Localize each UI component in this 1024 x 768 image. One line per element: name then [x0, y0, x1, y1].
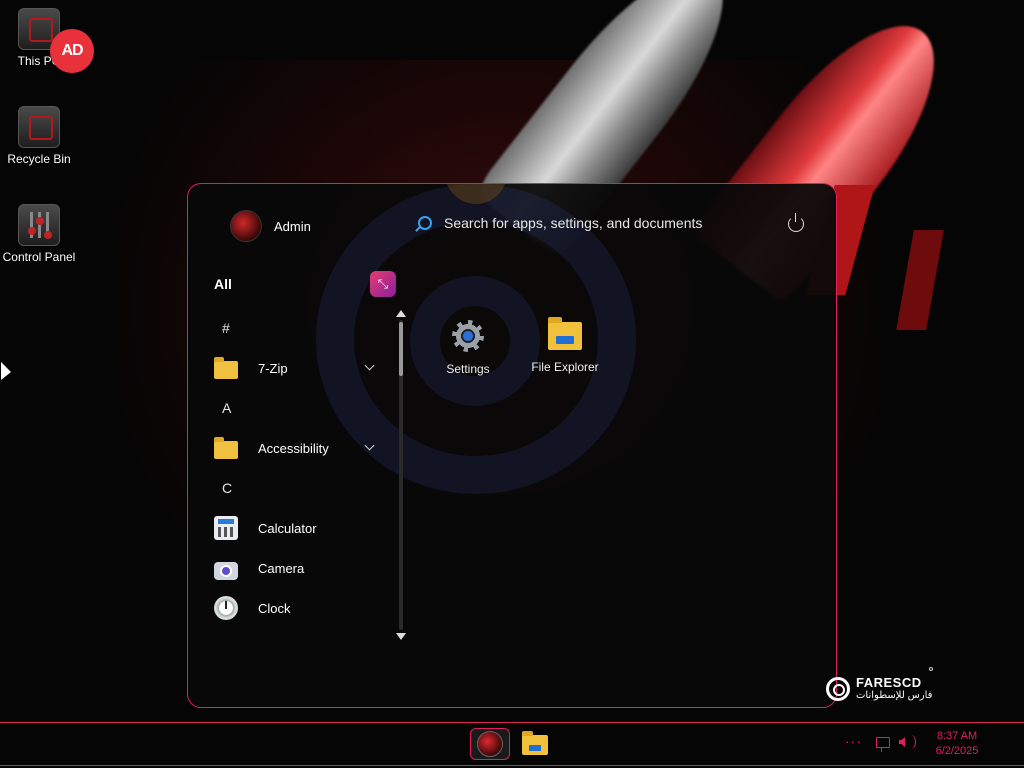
- calculator-icon: [214, 516, 238, 540]
- clock-time: 8:37 AM: [936, 730, 978, 742]
- brand-dot: [929, 667, 933, 671]
- start-button[interactable]: [470, 728, 510, 760]
- scroll-up-arrow-icon[interactable]: [396, 310, 406, 317]
- search-icon: [418, 216, 432, 230]
- clock-date: 6/2/2025: [935, 745, 979, 757]
- power-icon[interactable]: [788, 213, 804, 232]
- more-icon[interactable]: ···: [845, 733, 862, 749]
- pinned-app-label: File Explorer: [531, 360, 599, 374]
- app-list: # 7-Zip A Accessibility C Calculator Cam…: [214, 308, 384, 628]
- volume-waves-icon: [906, 735, 916, 749]
- network-icon[interactable]: [876, 737, 890, 752]
- list-item-clock[interactable]: Clock: [214, 588, 384, 628]
- collapse-arrows-icon: ⤡: [377, 276, 389, 291]
- desktop-icon-control-panel[interactable]: Control Panel: [0, 204, 78, 264]
- ad-badge[interactable]: AD: [50, 29, 94, 73]
- folder-icon: [214, 357, 238, 379]
- control-panel-icon: [18, 204, 60, 246]
- user-profile-button[interactable]: Admin: [230, 210, 311, 242]
- list-letter-header[interactable]: C: [214, 468, 384, 508]
- list-item-label: Camera: [258, 560, 305, 576]
- chevron-down-icon[interactable]: [364, 360, 375, 371]
- recycle-bin-icon: [18, 106, 60, 148]
- pinned-app-settings[interactable]: Settings: [425, 320, 511, 376]
- app-list-scrollbar[interactable]: [396, 310, 406, 640]
- pinned-app-file-explorer[interactable]: File Explorer: [522, 317, 608, 374]
- brand-name: FARESCD: [856, 675, 922, 690]
- start-menu: Admin Search for apps, settings, and doc…: [187, 183, 837, 708]
- scrollbar-thumb[interactable]: [399, 322, 403, 376]
- list-item-7zip[interactable]: 7-Zip: [214, 348, 384, 388]
- taskbar-file-explorer-icon[interactable]: [522, 731, 548, 755]
- list-item-label: 7-Zip: [258, 360, 288, 376]
- file-explorer-icon: [548, 317, 582, 350]
- desktop-icon-label: Recycle Bin: [7, 152, 71, 166]
- list-item-label: Calculator: [258, 520, 317, 536]
- desktop-icon-label: Control Panel: [2, 250, 76, 264]
- list-item-label: Accessibility: [258, 440, 329, 456]
- mouse-cursor-icon: [1, 362, 11, 380]
- farescd-logo: FARESCD فارس للإسطوانات: [826, 676, 932, 701]
- scroll-down-arrow-icon[interactable]: [396, 633, 406, 640]
- wallpaper-red-shard: [896, 230, 944, 330]
- camera-icon: [214, 562, 238, 580]
- list-letter-header[interactable]: A: [214, 388, 384, 428]
- list-item-camera[interactable]: Camera: [214, 548, 384, 588]
- list-item-accessibility[interactable]: Accessibility: [214, 428, 384, 468]
- folder-icon: [214, 437, 238, 459]
- user-name: Admin: [274, 218, 311, 234]
- volume-icon[interactable]: [899, 737, 905, 747]
- list-letter-header[interactable]: #: [214, 308, 384, 348]
- list-item-label: Clock: [258, 600, 291, 616]
- taskbar: ··· 8:37 AM 6/2/2025: [0, 722, 1024, 766]
- gear-icon: [452, 320, 484, 352]
- list-item-calculator[interactable]: Calculator: [214, 508, 384, 548]
- search-box[interactable]: Search for apps, settings, and documents: [418, 215, 702, 231]
- pinned-app-label: Settings: [446, 362, 490, 376]
- avatar: [230, 210, 262, 242]
- desktop-icon-recycle-bin[interactable]: Recycle Bin: [0, 106, 78, 166]
- collapse-button[interactable]: ⤡: [370, 271, 396, 297]
- farescd-logo-icon: [826, 676, 850, 701]
- taskbar-clock[interactable]: 8:37 AM 6/2/2025: [924, 729, 990, 759]
- all-apps-header: All: [214, 276, 232, 292]
- clock-icon: [214, 596, 238, 620]
- brand-subtitle: فارس للإسطوانات: [856, 690, 933, 701]
- search-placeholder: Search for apps, settings, and documents: [444, 215, 703, 231]
- chevron-down-icon[interactable]: [364, 440, 375, 451]
- start-logo-icon: [477, 731, 503, 757]
